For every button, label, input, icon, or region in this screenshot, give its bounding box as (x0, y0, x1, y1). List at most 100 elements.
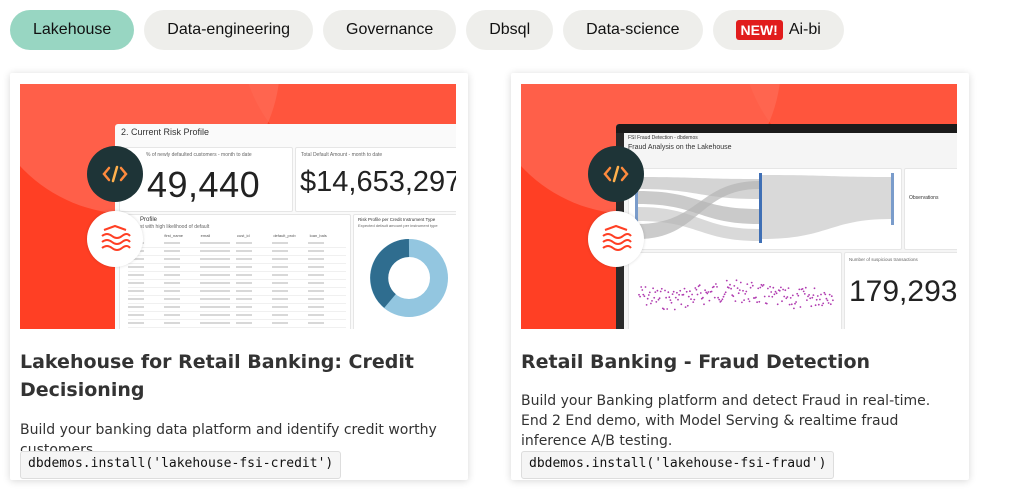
sankey-chart (635, 173, 894, 243)
table-header: r_namefirst_nameemailcust_iddefault_prob… (128, 233, 346, 240)
table-cell-placeholder (200, 306, 230, 308)
table-column-header: loan_bals (309, 233, 327, 238)
install-command[interactable]: dbdemos.install('lakehouse-fsi-credit') (20, 451, 342, 479)
dashboard-preview: 2. Current Risk Profile % of newly defau… (115, 124, 456, 329)
scatter-point (696, 293, 699, 296)
scatter-point (713, 296, 716, 299)
scatter-point (773, 293, 776, 296)
sankey-node (759, 173, 762, 243)
kpi-value: 49,440 (147, 164, 261, 205)
table-cell-placeholder (164, 314, 180, 316)
scatter-point (802, 290, 805, 293)
scatter-point (823, 291, 826, 294)
kpi-label: Number of suspicious transactions (849, 257, 918, 262)
table-cell-placeholder (200, 242, 230, 244)
install-command[interactable]: dbdemos.install('lakehouse-fsi-fraud') (521, 451, 835, 479)
table-cell-placeholder (128, 290, 144, 292)
table-column-header: first_name (164, 233, 184, 238)
code-brackets-icon (603, 165, 629, 183)
scatter-point (735, 279, 738, 282)
table-cell-placeholder (272, 314, 288, 316)
scatter-point (729, 283, 731, 286)
scatter-point (658, 297, 661, 300)
scatter-point (824, 293, 827, 296)
table-cell-placeholder (308, 290, 324, 292)
scatter-point (820, 293, 822, 296)
data-table: r_namefirst_nameemailcust_iddefault_prob… (128, 233, 346, 328)
scatter-point (775, 292, 778, 295)
kpi-value: $14,653,297 (300, 166, 456, 198)
card-title[interactable]: Retail Banking - Fraud Detection (521, 348, 961, 376)
table-row (128, 296, 346, 304)
kpi-label: % of newly defaulted customers - month t… (146, 152, 252, 158)
scatter-point (683, 287, 686, 290)
scatter-point (799, 306, 802, 308)
scatter-point (710, 290, 713, 293)
category-tabs: Lakehouse Data-engineering Governance Db… (10, 10, 844, 50)
scatter-point (767, 287, 769, 290)
kpi-panel: Total Default Amount - month to date $14… (295, 147, 456, 212)
demo-card-fraud[interactable]: FSI Fraud Detection - dbdemos Fraud Anal… (511, 73, 969, 480)
scatter-point (813, 287, 816, 290)
scatter-point (665, 296, 667, 299)
scatter-point (724, 291, 727, 294)
scatter-point (832, 299, 834, 302)
scatter-point (806, 299, 808, 301)
card-title[interactable]: Lakehouse for Retail Banking: Credit Dec… (20, 348, 460, 404)
tab-data-science[interactable]: Data-science (563, 10, 703, 50)
scatter-point (666, 308, 669, 310)
table-cell-placeholder (200, 298, 230, 300)
scatter-point (755, 296, 757, 299)
tab-governance[interactable]: Governance (323, 10, 457, 50)
demo-card-credit[interactable]: 2. Current Risk Profile % of newly defau… (10, 73, 468, 480)
scatter-point (656, 289, 659, 292)
scatter-point (745, 290, 748, 293)
scatter-point (821, 304, 823, 307)
scatter-point (706, 292, 709, 295)
scatter-point (703, 303, 705, 306)
scatter-point (674, 296, 677, 299)
table-cell-placeholder (308, 266, 324, 268)
scatter-point (791, 294, 794, 297)
tab-label: Dbsql (489, 21, 531, 38)
table-cell-placeholder (236, 266, 252, 268)
table-cell-placeholder (272, 282, 288, 284)
tab-data-engineering[interactable]: Data-engineering (144, 10, 314, 50)
donut-title: Risk Profile per Credit Instrument Type (358, 217, 436, 222)
scatter-point (720, 300, 723, 302)
scatter-point (770, 291, 773, 293)
table-cell-placeholder (236, 274, 252, 276)
scatter-point (673, 308, 676, 311)
scatter-point (693, 298, 696, 301)
scatter-point (679, 289, 682, 292)
table-cell-placeholder (200, 314, 230, 316)
scatter-point (670, 301, 673, 304)
fraud-dashboard-preview: FSI Fraud Detection - dbdemos Fraud Anal… (616, 124, 957, 329)
scatter-point (655, 301, 658, 303)
scatter-point (690, 298, 692, 300)
scatter-point (669, 299, 672, 301)
observations-label: Observations (909, 195, 939, 201)
scatter-point (685, 290, 688, 293)
tab-dbsql[interactable]: Dbsql (466, 10, 554, 50)
scatter-point (737, 292, 740, 295)
table-panel: Profile st with high likelihood of defau… (119, 214, 351, 329)
scatter-point (733, 285, 736, 287)
scatter-point (734, 300, 737, 302)
scatter-point (642, 293, 645, 296)
scatter-point (748, 300, 751, 303)
table-cell-placeholder (272, 290, 288, 292)
table-cell-placeholder (200, 290, 230, 292)
table-cell-placeholder (164, 242, 180, 244)
table-cell-placeholder (236, 242, 252, 244)
table-cell-placeholder (308, 274, 324, 276)
donut-chart (370, 239, 448, 317)
scatter-point (798, 288, 801, 291)
scatter-point (801, 288, 804, 290)
scatter-point (794, 302, 796, 305)
tab-lakehouse[interactable]: Lakehouse (10, 10, 135, 50)
scatter-point (826, 299, 829, 302)
scatter-point (819, 298, 821, 301)
table-row (128, 248, 346, 256)
tab-ai-bi[interactable]: NEW! Ai-bi (712, 10, 844, 50)
